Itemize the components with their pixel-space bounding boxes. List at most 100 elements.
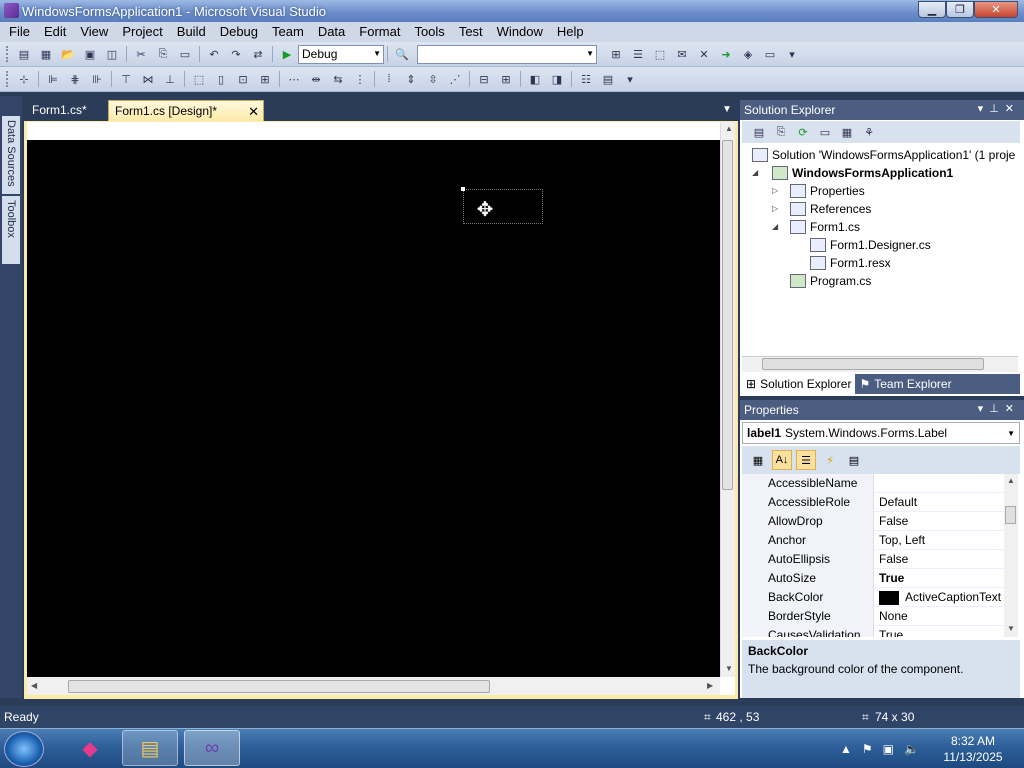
- scroll-left-icon[interactable]: ◀: [31, 681, 37, 690]
- tab-solution-explorer[interactable]: ⊞ Solution Explorer: [742, 374, 856, 394]
- property-value[interactable]: Default: [875, 493, 1004, 512]
- property-value[interactable]: True: [875, 569, 1004, 588]
- cut-icon[interactable]: ✂: [132, 45, 150, 63]
- active-files-dropdown-icon[interactable]: ▼: [722, 104, 732, 115]
- tree-item-form1-resx[interactable]: Form1.resx: [810, 254, 891, 272]
- property-row[interactable]: AccessibleRole Default: [742, 493, 1004, 512]
- property-grid-scrollbar[interactable]: ▲ ▼: [1004, 474, 1018, 637]
- tab-form1-designer[interactable]: Form1.cs [Design]* ✕: [108, 100, 264, 122]
- solution-configuration-select[interactable]: Debug ▼: [298, 44, 384, 64]
- increase-vertical-spacing-icon[interactable]: ⇕: [402, 70, 420, 88]
- property-value[interactable]: True: [875, 626, 1004, 637]
- move-icon[interactable]: ✥: [474, 199, 496, 221]
- tree-item-solution[interactable]: Solution 'WindowsFormsApplication1' (1 p…: [752, 146, 1015, 164]
- menu-window[interactable]: Window: [490, 22, 550, 42]
- menu-team[interactable]: Team: [265, 22, 311, 42]
- collapse-arrow-icon[interactable]: ◢: [752, 168, 758, 177]
- file-explorer-icon[interactable]: ▤: [122, 730, 178, 766]
- expand-arrow-icon[interactable]: ▷: [772, 204, 778, 213]
- start-debugging-icon[interactable]: ▶: [278, 45, 296, 63]
- scroll-up-icon[interactable]: ▲: [1007, 476, 1015, 485]
- tree-item-references[interactable]: References: [790, 200, 871, 218]
- add-item-icon[interactable]: ▦: [37, 45, 55, 63]
- taskbar-app-icon[interactable]: ◆: [62, 730, 118, 766]
- close-tab-icon[interactable]: ✕: [248, 101, 259, 122]
- pane-controls-icon[interactable]: ▾⊥✕: [978, 102, 1020, 115]
- tree-item-form1[interactable]: Form1.cs: [790, 218, 860, 236]
- tree-item-project[interactable]: WindowsFormsApplication1: [772, 164, 953, 182]
- property-row[interactable]: CausesValidation True: [742, 626, 1004, 637]
- menu-help[interactable]: Help: [550, 22, 591, 42]
- make-same-height-icon[interactable]: ▯: [212, 70, 230, 88]
- start-page-icon[interactable]: ➜: [717, 45, 735, 63]
- maximize-button[interactable]: ❐: [946, 1, 974, 18]
- form1-canvas[interactable]: [27, 140, 720, 677]
- show-hidden-icons-icon[interactable]: ▲: [840, 742, 852, 756]
- align-middles-icon[interactable]: ⋈: [139, 70, 157, 88]
- menu-test[interactable]: Test: [452, 22, 490, 42]
- send-to-back-icon[interactable]: ◨: [548, 70, 566, 88]
- bring-to-front-icon[interactable]: ◧: [526, 70, 544, 88]
- toolbox-tab[interactable]: Toolbox: [2, 196, 20, 264]
- make-same-size-icon[interactable]: ⊡: [234, 70, 252, 88]
- alphabetical-icon[interactable]: A↓: [772, 450, 792, 470]
- tools-icon[interactable]: ✕: [695, 45, 713, 63]
- copy-icon[interactable]: ⎘: [154, 45, 172, 63]
- property-value[interactable]: False: [875, 512, 1004, 531]
- visual-studio-taskbar-icon[interactable]: ∞: [184, 730, 240, 766]
- menu-build[interactable]: Build: [170, 22, 213, 42]
- title-bar[interactable]: WindowsFormsApplication1 - Microsoft Vis…: [0, 0, 1024, 22]
- find-combo[interactable]: ▼: [417, 44, 597, 64]
- tree-item-program[interactable]: Program.cs: [790, 272, 871, 290]
- property-value[interactable]: None: [875, 607, 1004, 626]
- menu-tools[interactable]: Tools: [407, 22, 451, 42]
- toolbar-grip[interactable]: [6, 46, 9, 62]
- decrease-vertical-spacing-icon[interactable]: ⇳: [424, 70, 442, 88]
- tab-form1-code[interactable]: Form1.cs*: [26, 100, 93, 122]
- object-browser-icon[interactable]: ⬚: [651, 45, 669, 63]
- refresh-icon[interactable]: ⟳: [794, 123, 812, 141]
- class-diagram-icon[interactable]: ⚘: [860, 123, 878, 141]
- property-row[interactable]: Anchor Top, Left: [742, 531, 1004, 550]
- align-lefts-icon[interactable]: ⊫: [44, 70, 62, 88]
- tab-order-icon[interactable]: ☷: [577, 70, 595, 88]
- toolbox-icon[interactable]: ✉: [673, 45, 691, 63]
- align-to-grid-icon[interactable]: ⊹: [15, 70, 33, 88]
- align-rights-icon[interactable]: ⊪: [88, 70, 106, 88]
- close-button[interactable]: ✕: [974, 1, 1018, 18]
- tree-item-form1-designer[interactable]: Form1.Designer.cs: [810, 236, 931, 254]
- pane-controls-icon[interactable]: ▾⊥✕: [978, 402, 1020, 415]
- increase-horizontal-spacing-icon[interactable]: ⇹: [307, 70, 325, 88]
- command-window-icon[interactable]: ▭: [761, 45, 779, 63]
- solution-tree-scroll-thumb[interactable]: [762, 358, 984, 370]
- align-bottoms-icon[interactable]: ⊥: [161, 70, 179, 88]
- solution-explorer-icon[interactable]: ⊞: [607, 45, 625, 63]
- vertical-scroll-thumb[interactable]: [722, 140, 733, 490]
- properties-window-icon[interactable]: ☰: [629, 45, 647, 63]
- save-icon[interactable]: ▣: [81, 45, 99, 63]
- align-centers-icon[interactable]: ⋕: [66, 70, 84, 88]
- menu-file[interactable]: File: [2, 22, 37, 42]
- property-row[interactable]: AutoSize True: [742, 569, 1004, 588]
- show-all-files-icon[interactable]: ⎘: [772, 123, 790, 141]
- decrease-horizontal-spacing-icon[interactable]: ⇆: [329, 70, 347, 88]
- categorized-icon[interactable]: ▦: [748, 450, 768, 470]
- minimize-button[interactable]: ▁: [918, 1, 946, 18]
- object-selector[interactable]: label1 System.Windows.Forms.Label ▼: [742, 422, 1020, 444]
- menu-format[interactable]: Format: [352, 22, 407, 42]
- scroll-right-icon[interactable]: ▶: [707, 681, 713, 690]
- start-button[interactable]: [4, 731, 44, 767]
- resize-handle[interactable]: [461, 187, 465, 191]
- action-center-icon[interactable]: ⚑: [862, 742, 873, 756]
- property-value-cell[interactable]: ActiveCaptionText: [875, 588, 1004, 607]
- lock-controls-icon[interactable]: ▤: [599, 70, 617, 88]
- collapse-arrow-icon[interactable]: ◢: [772, 222, 778, 231]
- scroll-down-icon[interactable]: ▼: [1007, 624, 1015, 633]
- redo-icon[interactable]: ↷: [227, 45, 245, 63]
- center-vertically-icon[interactable]: ⊞: [497, 70, 515, 88]
- scroll-down-icon[interactable]: ▼: [725, 664, 733, 673]
- menu-project[interactable]: Project: [115, 22, 169, 42]
- property-row[interactable]: AccessibleName: [742, 474, 1004, 493]
- save-all-icon[interactable]: ◫: [103, 45, 121, 63]
- tab-team-explorer[interactable]: ⚑ Team Explorer: [855, 374, 955, 394]
